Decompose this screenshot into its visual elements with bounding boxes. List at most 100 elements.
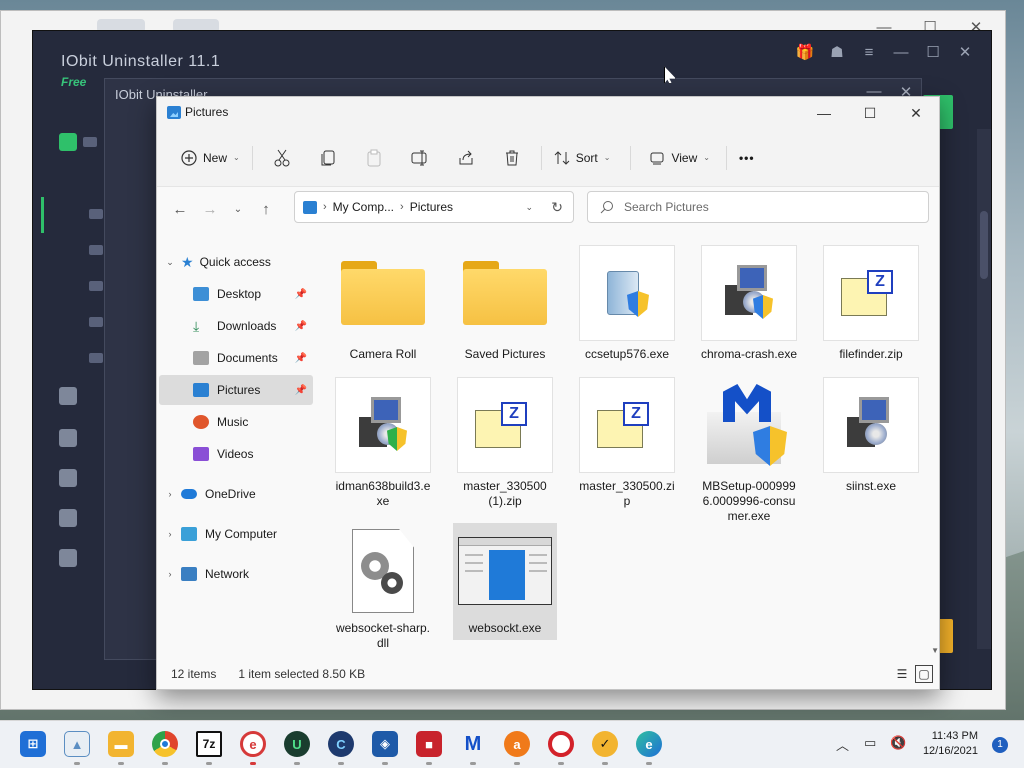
file-item[interactable]: ccsetup576.exe xyxy=(577,245,677,362)
edge-app-icon[interactable]: e xyxy=(636,731,662,757)
close-icon[interactable]: ✕ xyxy=(955,43,975,61)
address-dropdown-icon[interactable]: ⌄ xyxy=(525,202,533,213)
red-app-icon[interactable]: e xyxy=(240,731,266,757)
sidebar-item-software-health[interactable] xyxy=(59,387,89,407)
nav-item-music[interactable]: Music xyxy=(159,407,313,437)
clock-time: 11:43 PM xyxy=(931,730,978,742)
more-options-button[interactable]: ••• xyxy=(733,140,761,176)
shield-app-icon[interactable]: ◈ xyxy=(372,731,398,757)
file-item[interactable]: Camera Roll xyxy=(333,245,433,362)
ccleaner-app-icon[interactable]: C xyxy=(328,731,354,757)
avast-app-icon[interactable]: a xyxy=(504,731,530,757)
sidebar-item-action-center[interactable] xyxy=(59,549,89,569)
sort-button[interactable]: Sort ⌄ xyxy=(548,140,617,176)
maximize-button[interactable]: ☐ xyxy=(847,97,893,129)
delete-button[interactable] xyxy=(494,140,530,176)
menu-icon[interactable]: ≡ xyxy=(859,44,879,61)
installer-icon xyxy=(353,395,413,455)
nav-item-downloads[interactable]: ⤓ Downloads 📌 xyxy=(159,311,313,341)
nav-network[interactable]: › Network xyxy=(159,559,313,589)
volume-muted-icon[interactable]: 🔇 xyxy=(890,735,906,751)
desktop-icon xyxy=(193,287,209,301)
nav-label: Downloads xyxy=(217,319,277,333)
chevron-right-icon[interactable]: › xyxy=(400,201,404,213)
network-status-icon[interactable]: ▭ xyxy=(864,735,876,751)
breadcrumb-my-computer[interactable]: My Comp... xyxy=(333,200,394,214)
up-button[interactable]: ↑ xyxy=(251,195,281,223)
recent-locations-button[interactable]: ⌄ xyxy=(225,195,251,223)
file-list-scrollbar[interactable]: ▼ xyxy=(929,245,939,655)
refresh-icon[interactable]: ↻ xyxy=(551,199,563,216)
file-explorer-app-icon[interactable]: ▬ xyxy=(108,731,134,757)
sidebar-item-windows-apps[interactable] xyxy=(59,509,89,529)
opera-app-icon[interactable] xyxy=(548,731,574,757)
onedrive-icon xyxy=(181,489,197,499)
chrome-app-icon[interactable] xyxy=(152,731,178,757)
gift-icon[interactable]: 🎁 xyxy=(795,43,815,61)
file-item[interactable]: siinst.exe xyxy=(821,377,921,494)
chevron-right-icon[interactable]: › xyxy=(159,529,181,539)
nav-item-videos[interactable]: Videos xyxy=(159,439,313,469)
system-clock[interactable]: 11:43 PM 12/16/2021 xyxy=(923,729,978,759)
nav-item-desktop[interactable]: Desktop 📌 xyxy=(159,279,313,309)
malwarebytes-app-icon[interactable]: M xyxy=(460,731,486,757)
nav-quick-access[interactable]: ⌄ ★ Quick access xyxy=(159,247,313,277)
nav-onedrive[interactable]: › OneDrive xyxy=(159,479,313,509)
minimize-button[interactable]: — xyxy=(801,97,847,129)
cut-button[interactable] xyxy=(264,140,300,176)
breadcrumb-pictures[interactable]: Pictures xyxy=(410,200,453,214)
details-view-button[interactable]: ☰ xyxy=(893,665,911,683)
norton-app-icon[interactable]: ✓ xyxy=(592,731,618,757)
chevron-right-icon[interactable]: › xyxy=(159,489,181,499)
view-button[interactable]: View ⌄ xyxy=(643,140,716,176)
iobit-app-title: IObit Uninstaller 11.1 xyxy=(61,53,221,70)
paste-button[interactable] xyxy=(356,140,392,176)
file-item[interactable]: chroma-crash.exe xyxy=(699,245,799,362)
divider xyxy=(725,145,727,170)
file-item[interactable]: Saved Pictures xyxy=(455,245,555,362)
file-name: Saved Pictures xyxy=(464,347,546,361)
nav-item-documents[interactable]: Documents 📌 xyxy=(159,343,313,373)
iobit-scrollbar[interactable] xyxy=(977,129,991,649)
notification-badge[interactable]: 1 xyxy=(992,737,1008,753)
file-item[interactable]: Z master_330500.zip xyxy=(577,377,677,509)
file-item-selected[interactable]: websockt.exe xyxy=(453,523,557,640)
rename-button[interactable] xyxy=(402,140,438,176)
address-bar[interactable]: › My Comp... › Pictures ⌄ ↻ xyxy=(294,191,574,223)
scroll-down-icon[interactable]: ▼ xyxy=(931,646,939,655)
new-button[interactable]: New ⌄ xyxy=(175,140,246,176)
toolbox-icon[interactable]: ☗ xyxy=(827,43,847,61)
file-item[interactable]: MBSetup-0009996.0009996-consumer.exe xyxy=(699,377,799,524)
back-button[interactable]: ← xyxy=(165,195,195,223)
nav-item-pictures[interactable]: Pictures 📌 xyxy=(159,375,313,405)
chevron-up-icon[interactable]: ︿ xyxy=(836,735,849,754)
divider xyxy=(251,145,253,170)
share-button[interactable] xyxy=(448,140,484,176)
7zip-app-icon[interactable]: 7z xyxy=(196,731,222,757)
chevron-right-icon[interactable]: › xyxy=(159,569,181,579)
maximize-icon[interactable]: ☐ xyxy=(923,43,943,61)
scroll-thumb[interactable] xyxy=(980,211,988,279)
sidebar-item-browser-plugins[interactable] xyxy=(59,469,89,489)
file-item[interactable]: websocket-sharp.dll xyxy=(333,527,433,651)
file-item[interactable]: Z master_330500 (1).zip xyxy=(455,377,555,509)
search-input[interactable]: Search Pictures xyxy=(587,191,929,223)
sidebar-item-programs[interactable] xyxy=(59,133,97,153)
sidebar-label xyxy=(89,281,103,291)
large-icons-view-button[interactable]: ▢ xyxy=(915,665,933,683)
iobit-uninstaller-app-icon[interactable]: U xyxy=(284,731,310,757)
close-button[interactable]: ✕ xyxy=(893,97,939,129)
chevron-down-icon[interactable]: ⌄ xyxy=(159,257,181,268)
forward-button[interactable]: → xyxy=(195,195,225,223)
file-item[interactable]: Z filefinder.zip xyxy=(821,245,921,362)
recorder-app-icon[interactable]: ■ xyxy=(416,731,442,757)
copy-button[interactable] xyxy=(310,140,346,176)
start-button[interactable]: ⊞ xyxy=(20,731,46,757)
photos-app-icon[interactable]: ▲ xyxy=(64,731,90,757)
network-icon xyxy=(181,567,197,581)
minimize-icon[interactable]: — xyxy=(891,44,911,61)
nav-my-computer[interactable]: › My Computer xyxy=(159,519,313,549)
file-item[interactable]: idman638build3.exe xyxy=(333,377,433,509)
explorer-window[interactable]: Pictures — ☐ ✕ New ⌄ Sort ⌄ View ⌄ ••• ←… xyxy=(156,96,940,690)
sidebar-item-install-monitor[interactable] xyxy=(59,429,89,449)
